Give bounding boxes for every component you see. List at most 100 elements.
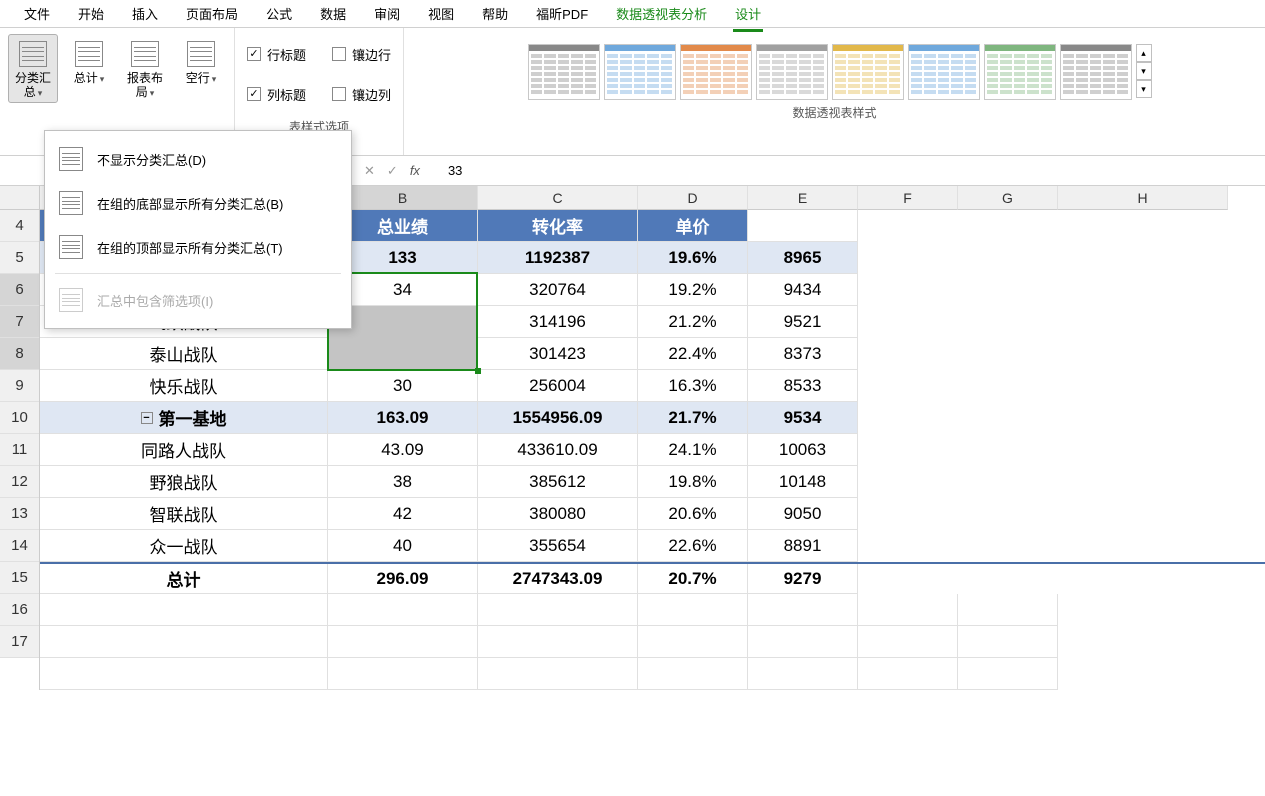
col-header[interactable]: C <box>478 186 638 210</box>
cell[interactable]: 42 <box>328 498 478 530</box>
row-header[interactable]: 7 <box>0 306 39 338</box>
menu-item[interactable]: 审阅 <box>360 0 414 27</box>
cell[interactable]: 10063 <box>748 434 858 466</box>
row-header[interactable]: 17 <box>0 626 39 658</box>
row-header[interactable]: 15 <box>0 562 39 594</box>
checkbox-row[interactable]: 列标题 <box>247 82 306 106</box>
row-label[interactable]: 众一战队 <box>40 530 328 562</box>
row-header[interactable]: 16 <box>0 594 39 626</box>
col-header[interactable]: E <box>748 186 858 210</box>
cell[interactable]: 19.2% <box>638 274 748 306</box>
cell[interactable]: 43.09 <box>328 434 478 466</box>
menu-item[interactable]: 视图 <box>414 0 468 27</box>
row-label[interactable]: −第一基地 <box>40 402 328 434</box>
row-label[interactable]: 总计 <box>40 564 328 594</box>
cell[interactable]: 8373 <box>748 338 858 370</box>
style-thumb[interactable] <box>1060 44 1132 100</box>
row-header[interactable]: 12 <box>0 466 39 498</box>
cell[interactable]: 40 <box>328 530 478 562</box>
gallery-more-icon[interactable]: ▾ <box>1136 80 1152 98</box>
cell[interactable]: 355654 <box>478 530 638 562</box>
ribbon-button[interactable]: 报表布局▾ <box>120 34 170 103</box>
confirm-icon[interactable]: ✓ <box>387 163 398 179</box>
cell[interactable]: 2747343.09 <box>478 564 638 594</box>
pivot-header-cell[interactable]: 转化率 <box>478 210 638 242</box>
ribbon-button[interactable]: 分类汇总▾ <box>8 34 58 103</box>
cell[interactable]: 9534 <box>748 402 858 434</box>
row-header[interactable]: 8 <box>0 338 39 370</box>
dropdown-item[interactable]: 不显示分类汇总(D) <box>45 137 351 181</box>
style-thumb[interactable] <box>604 44 676 100</box>
row-header[interactable]: 10 <box>0 402 39 434</box>
gallery-up-icon[interactable]: ▴ <box>1136 44 1152 62</box>
row-header[interactable]: 9 <box>0 370 39 402</box>
style-thumb[interactable] <box>680 44 752 100</box>
cancel-icon[interactable]: ✕ <box>364 163 375 179</box>
row-label[interactable]: 同路人战队 <box>40 434 328 466</box>
cell[interactable]: 21.7% <box>638 402 748 434</box>
style-thumb[interactable] <box>832 44 904 100</box>
ribbon-button[interactable]: 空行▾ <box>176 34 226 89</box>
col-header[interactable]: G <box>958 186 1058 210</box>
cell[interactable]: 9279 <box>748 564 858 594</box>
cell[interactable]: 163.09 <box>328 402 478 434</box>
menu-item[interactable]: 设计 <box>721 0 775 27</box>
col-header[interactable]: H <box>1058 186 1228 210</box>
cell[interactable]: 21.2% <box>638 306 748 338</box>
select-all-corner[interactable] <box>0 186 39 210</box>
style-thumb[interactable] <box>756 44 828 100</box>
checkbox-row[interactable]: 镶边列 <box>332 82 391 106</box>
row-header[interactable]: 14 <box>0 530 39 562</box>
cell[interactable]: 20.7% <box>638 564 748 594</box>
row-header[interactable]: 11 <box>0 434 39 466</box>
menu-item[interactable]: 数据透视表分析 <box>602 0 721 27</box>
cell[interactable]: 19.8% <box>638 466 748 498</box>
cell[interactable]: 314196 <box>478 306 638 338</box>
cell[interactable]: 8533 <box>748 370 858 402</box>
cell[interactable]: 301423 <box>478 338 638 370</box>
menu-item[interactable]: 插入 <box>118 0 172 27</box>
row-header[interactable]: 5 <box>0 242 39 274</box>
menu-item[interactable]: 帮助 <box>468 0 522 27</box>
checkbox-row[interactable]: 行标题 <box>247 42 306 66</box>
cell[interactable]: 256004 <box>478 370 638 402</box>
style-thumb[interactable] <box>528 44 600 100</box>
row-label[interactable]: 智联战队 <box>40 498 328 530</box>
cell[interactable]: 320764 <box>478 274 638 306</box>
row-header[interactable]: 6 <box>0 274 39 306</box>
cell[interactable]: 30 <box>328 370 478 402</box>
dropdown-item[interactable]: 在组的底部显示所有分类汇总(B) <box>45 181 351 225</box>
menu-item[interactable]: 数据 <box>306 0 360 27</box>
formula-value[interactable]: 33 <box>434 163 462 178</box>
style-thumb[interactable] <box>984 44 1056 100</box>
row-label[interactable]: 快乐战队 <box>40 370 328 402</box>
menu-item[interactable]: 公式 <box>252 0 306 27</box>
col-header[interactable]: D <box>638 186 748 210</box>
row-header[interactable]: 13 <box>0 498 39 530</box>
cell[interactable]: 9050 <box>748 498 858 530</box>
cell[interactable]: 10148 <box>748 466 858 498</box>
style-thumb[interactable] <box>908 44 980 100</box>
menu-item[interactable]: 页面布局 <box>172 0 252 27</box>
menu-item[interactable]: 福昕PDF <box>522 0 602 27</box>
dropdown-item[interactable]: 在组的顶部显示所有分类汇总(T) <box>45 225 351 269</box>
cell[interactable]: 22.6% <box>638 530 748 562</box>
cell[interactable]: 9434 <box>748 274 858 306</box>
cell[interactable]: 380080 <box>478 498 638 530</box>
cell[interactable]: 20.6% <box>638 498 748 530</box>
menu-item[interactable]: 文件 <box>10 0 64 27</box>
row-label[interactable]: 野狼战队 <box>40 466 328 498</box>
cell[interactable]: 433610.09 <box>478 434 638 466</box>
gallery-down-icon[interactable]: ▾ <box>1136 62 1152 80</box>
cell[interactable]: 24.1% <box>638 434 748 466</box>
col-header[interactable]: F <box>858 186 958 210</box>
cell[interactable]: 36 <box>328 338 478 370</box>
ribbon-button[interactable]: 总计▾ <box>64 34 114 89</box>
cell[interactable]: 22.4% <box>638 338 748 370</box>
pivot-header-cell[interactable]: 单价 <box>638 210 748 242</box>
cell[interactable]: 19.6% <box>638 242 748 274</box>
cell[interactable]: 38 <box>328 466 478 498</box>
row-header[interactable]: 4 <box>0 210 39 242</box>
cell[interactable]: 8965 <box>748 242 858 274</box>
cell[interactable]: 9521 <box>748 306 858 338</box>
